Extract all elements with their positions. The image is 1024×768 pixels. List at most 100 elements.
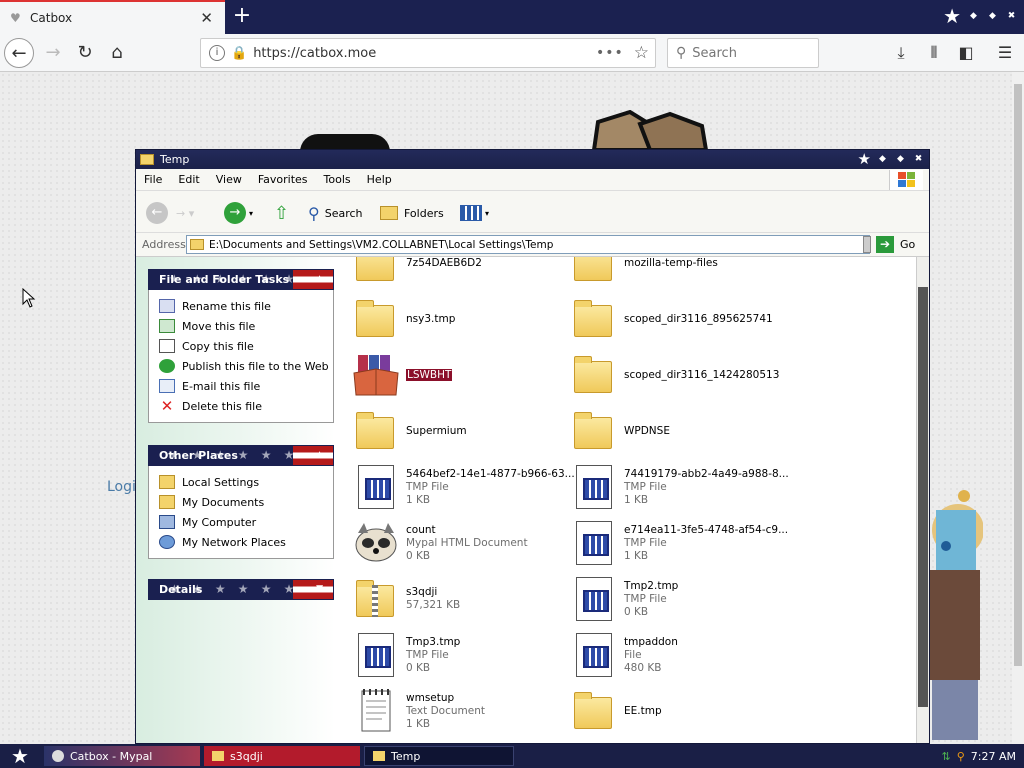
menu-tools[interactable]: Tools [316, 173, 359, 186]
list-item[interactable]: scoped_dir3116_895625741 [570, 291, 780, 347]
forward-button[interactable]: → ▾ [176, 201, 194, 225]
bookmark-star-icon[interactable]: ☆ [634, 43, 649, 63]
search-bar[interactable]: ⚲ [667, 38, 819, 68]
up-folder-button[interactable]: ⇧ [274, 201, 289, 225]
list-item[interactable]: e714ea11-3fe5-4748-af54-c9... TMP File 1 K… [570, 515, 788, 571]
list-item[interactable]: Supermium [352, 403, 562, 459]
list-item[interactable]: 7z54DAEB6D2 [352, 257, 562, 291]
taskbar-item-catbox[interactable]: Catbox - Mypal [44, 746, 200, 766]
list-item[interactable]: count Mypal HTML Document 0 KB [352, 515, 562, 571]
forward-green-button[interactable]: → ▾ [224, 201, 253, 225]
search-label: Search [324, 206, 363, 220]
page-actions-icon[interactable]: ••• [596, 45, 624, 61]
task-publish[interactable]: Publish this file to the Web [159, 356, 333, 376]
search-icon: ⚲ [676, 45, 687, 61]
task-delete[interactable]: ✕ Delete this file [159, 396, 333, 416]
up-folder-icon: ⇧ [274, 202, 290, 224]
home-button[interactable]: ⌂ [102, 38, 132, 68]
network-tray-icon[interactable]: ⇅ [942, 750, 951, 763]
start-button[interactable]: ★ [0, 744, 40, 768]
menu-favorites[interactable]: Favorites [250, 173, 316, 186]
close-window-button[interactable]: ✖ [1005, 10, 1018, 23]
views-button[interactable]: ▾ [460, 201, 489, 225]
list-item[interactable]: Tmp3.tmp TMP File 0 KB [352, 627, 562, 683]
reload-button[interactable]: ↻ [70, 38, 100, 68]
list-item[interactable]: wmsetup Text Document 1 KB [352, 683, 562, 739]
menu-help[interactable]: Help [359, 173, 400, 186]
expand-icon[interactable]: ▼ [316, 580, 323, 599]
new-tab-button[interactable]: + [230, 4, 254, 28]
page-scroll-thumb[interactable] [1014, 84, 1022, 666]
taskbar-item-temp[interactable]: Temp [364, 746, 514, 766]
list-item[interactable]: 74419179-abb2-4a49-a988-8... TMP File 1 KB [570, 459, 789, 515]
downloads-icon[interactable]: ⤓ [890, 42, 912, 64]
file-list-scrollbar[interactable] [916, 257, 929, 743]
library-icon[interactable]: ⫴ [923, 42, 945, 64]
place-network[interactable]: My Network Places [159, 532, 333, 552]
url-bar[interactable]: i 🔒 https://catbox.moe ••• ☆ [200, 38, 656, 68]
explorer-title-bar[interactable]: Temp ★ ◆ ◆ ✖ [136, 150, 929, 169]
maximize-button[interactable]: ◆ [894, 153, 907, 166]
selected-file-name[interactable]: LSWBHT [406, 368, 453, 381]
list-item[interactable]: 5464bef2-14e1-4877-b966-63... TMP File 1 K… [352, 459, 575, 515]
anime-mascot-image [930, 490, 983, 740]
list-item[interactable]: EE.tmp [570, 683, 780, 739]
go-arrow-icon: → [224, 202, 246, 224]
close-button[interactable]: ✖ [912, 153, 925, 166]
list-item[interactable]: mozilla-temp-files [570, 257, 780, 291]
taskbar-item-s3qdji[interactable]: s3qdji [204, 746, 360, 766]
back-button[interactable]: ← [4, 38, 34, 68]
search-input[interactable] [692, 45, 813, 61]
collapse-icon[interactable]: ▲ [316, 446, 323, 465]
task-email[interactable]: E-mail this file [159, 376, 333, 396]
minimize-button[interactable]: ◆ [967, 10, 980, 23]
computer-icon [159, 515, 175, 529]
clock[interactable]: 7:27 AM [971, 750, 1016, 763]
search-tray-icon[interactable]: ⚲ [957, 750, 965, 763]
address-path[interactable]: E:\Documents and Settings\VM2.COLLABNET\… [209, 239, 553, 251]
tmp-file-icon [570, 575, 618, 623]
address-bar: Address E:\Documents and Settings\VM2.CO… [136, 233, 929, 257]
browser-tab[interactable]: ♥ Catbox ✕ [0, 0, 225, 34]
back-button[interactable]: ← [146, 201, 168, 225]
forward-button[interactable]: → [38, 38, 68, 68]
folders-button[interactable]: Folders [380, 201, 444, 225]
close-tab-icon[interactable]: ✕ [200, 9, 213, 27]
explorer-toolbar: ← → ▾ → ▾ ⇧ ⚲ Search Folders ▾ [136, 191, 929, 233]
search-button[interactable]: ⚲ Search [308, 201, 363, 225]
browser-tab-bar: ♥ Catbox ✕ + ★ ◆ ◆ ✖ [0, 0, 1024, 34]
list-item[interactable]: nsy3.tmp [352, 291, 562, 347]
task-copy[interactable]: Copy this file [159, 336, 333, 356]
page-scrollbar[interactable] [1012, 72, 1024, 744]
url-text[interactable]: https://catbox.moe [253, 46, 596, 61]
sidebar-icon[interactable]: ◧ [955, 42, 977, 64]
info-icon[interactable]: i [209, 45, 225, 61]
menu-icon[interactable]: ☰ [994, 42, 1016, 64]
details-header[interactable]: ★ ★ ★ ★ ★ ★ Details ▼ [148, 579, 334, 600]
place-my-documents[interactable]: My Documents [159, 492, 333, 512]
windows-logo-icon [889, 170, 923, 190]
go-button[interactable]: ➔ Go [876, 236, 915, 253]
menu-file[interactable]: File [136, 173, 170, 186]
list-item[interactable]: s3qdji 57,321 KB [352, 571, 562, 627]
login-link[interactable]: Logi [107, 479, 136, 495]
menu-edit[interactable]: Edit [170, 173, 207, 186]
other-places-header[interactable]: ★ ★ ★ ★ ★ ★ Other Places ▲ [148, 445, 334, 466]
minimize-button[interactable]: ◆ [876, 153, 889, 166]
list-item[interactable]: Tmp2.tmp TMP File 0 KB [570, 571, 780, 627]
place-my-computer[interactable]: My Computer [159, 512, 333, 532]
scroll-thumb[interactable] [918, 287, 928, 707]
list-item[interactable]: scoped_dir3116_1424280513 [570, 347, 780, 403]
list-item[interactable]: tmpaddon File 480 KB [570, 627, 780, 683]
list-item[interactable]: LSWBHT [352, 347, 562, 403]
place-local-settings[interactable]: Local Settings [159, 472, 333, 492]
list-item[interactable]: WPDNSE [570, 403, 780, 459]
maximize-button[interactable]: ◆ [986, 10, 999, 23]
menu-view[interactable]: View [208, 173, 250, 186]
file-tasks-header[interactable]: ★ ★ ★ ★ ★ ★ File and Folder Tasks ▲ [148, 269, 334, 290]
collapse-icon[interactable]: ▲ [316, 270, 323, 289]
address-dropdown[interactable] [863, 236, 871, 253]
task-rename[interactable]: Rename this file [159, 296, 333, 316]
address-field[interactable]: E:\Documents and Settings\VM2.COLLABNET\… [186, 235, 870, 254]
task-move[interactable]: Move this file [159, 316, 333, 336]
